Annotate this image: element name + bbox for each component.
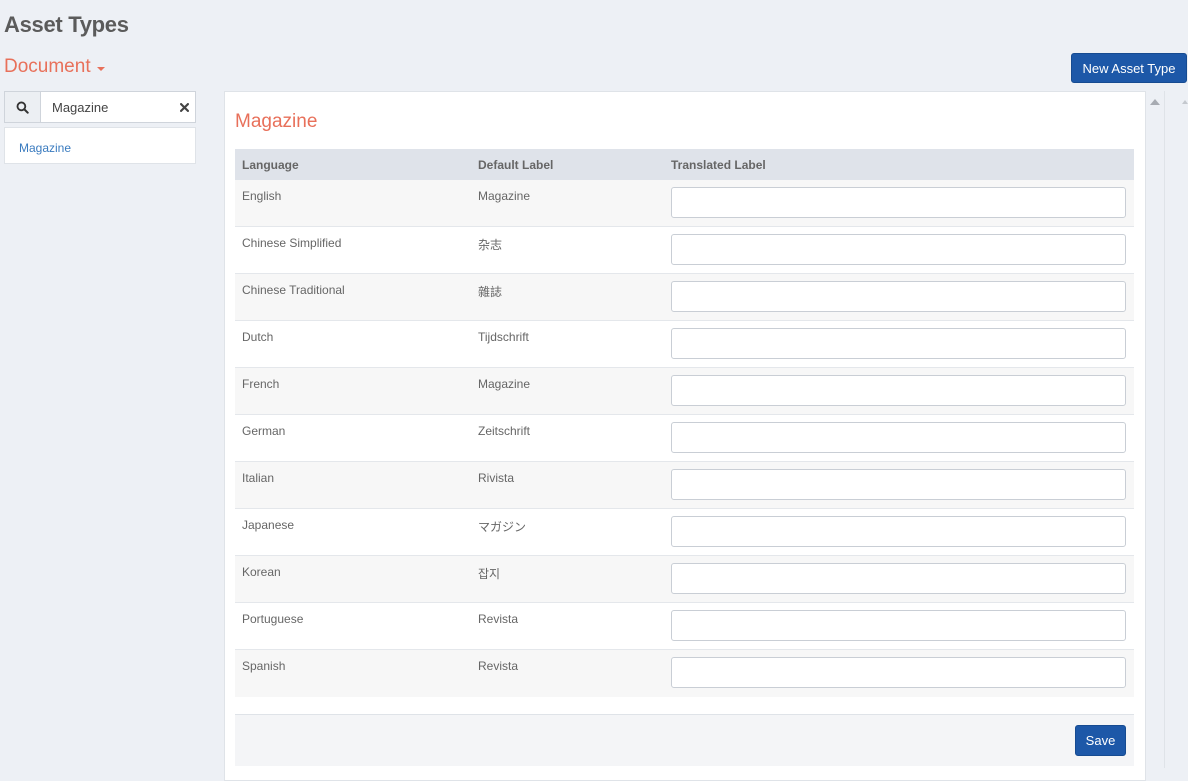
table-body: English Magazine Chinese Simplified 杂志 C… bbox=[235, 180, 1134, 697]
caret-down-icon bbox=[96, 66, 105, 71]
translated-label-input[interactable] bbox=[671, 234, 1126, 265]
language-cell: Japanese bbox=[242, 518, 295, 532]
category-dropdown[interactable]: Document bbox=[4, 56, 105, 78]
clear-search-button[interactable] bbox=[173, 92, 195, 122]
translated-label-cell bbox=[664, 415, 1134, 461]
translated-label-input[interactable] bbox=[671, 187, 1126, 218]
translated-label-cell bbox=[664, 556, 1134, 602]
translated-label-input[interactable] bbox=[671, 328, 1126, 359]
default-label-cell: Revista bbox=[478, 659, 519, 673]
table-row: English Magazine bbox=[235, 180, 1134, 227]
language-cell: French bbox=[242, 377, 280, 391]
vertical-scrollbar[interactable] bbox=[1146, 91, 1165, 768]
edge-arrow-icon bbox=[1182, 100, 1188, 104]
translated-label-cell bbox=[664, 650, 1134, 697]
search-addon bbox=[5, 92, 41, 122]
search-box bbox=[4, 91, 196, 123]
translated-label-input[interactable] bbox=[671, 610, 1126, 641]
default-label-cell: マガジン bbox=[478, 520, 527, 534]
search-results-list: Magazine bbox=[4, 127, 196, 164]
table-row: Dutch Tijdschrift bbox=[235, 321, 1134, 368]
default-label-cell: Magazine bbox=[478, 377, 531, 391]
translated-label-input[interactable] bbox=[671, 657, 1126, 688]
form-footer: Save bbox=[235, 714, 1134, 766]
default-label-cell: Magazine bbox=[478, 189, 531, 203]
table-row: Spanish Revista bbox=[235, 650, 1134, 697]
language-cell: Italian bbox=[242, 471, 275, 485]
table-row: Chinese Simplified 杂志 bbox=[235, 227, 1134, 274]
search-icon bbox=[16, 101, 29, 114]
table-row: German Zeitschrift bbox=[235, 415, 1134, 462]
default-label-cell: Tijdschrift bbox=[478, 330, 529, 344]
translated-label-cell bbox=[664, 462, 1134, 508]
translated-label-input[interactable] bbox=[671, 281, 1126, 312]
page-title: Asset Types bbox=[4, 12, 129, 37]
translated-label-input[interactable] bbox=[671, 563, 1126, 594]
table-row: Korean 잡지 bbox=[235, 556, 1134, 603]
translated-label-cell bbox=[664, 368, 1134, 414]
translations-table: Language Default Label Translated Label … bbox=[235, 149, 1134, 697]
language-cell: Chinese Traditional bbox=[242, 283, 345, 297]
translated-label-cell bbox=[664, 509, 1134, 555]
table-row: French Magazine bbox=[235, 368, 1134, 415]
translated-label-input[interactable] bbox=[671, 375, 1126, 406]
translated-label-input[interactable] bbox=[671, 422, 1126, 453]
save-button[interactable]: Save bbox=[1075, 725, 1126, 756]
translated-label-cell bbox=[664, 321, 1134, 367]
translated-label-cell bbox=[664, 180, 1134, 226]
table-header: Language Default Label Translated Label bbox=[235, 149, 1134, 180]
asset-type-panel: Magazine Language Default Label Translat… bbox=[224, 91, 1146, 781]
translated-label-input[interactable] bbox=[671, 469, 1126, 500]
default-label-cell: 杂志 bbox=[478, 238, 503, 252]
translated-label-cell bbox=[664, 227, 1134, 273]
default-label-cell: 잡지 bbox=[478, 567, 501, 581]
column-header-translated-label: Translated Label bbox=[671, 157, 766, 172]
category-dropdown-label: Document bbox=[4, 56, 91, 77]
new-asset-type-button[interactable]: New Asset Type bbox=[1071, 53, 1187, 83]
table-row: Portuguese Revista bbox=[235, 603, 1134, 650]
column-header-default-label: Default Label bbox=[478, 157, 554, 172]
scroll-up-arrow-icon[interactable] bbox=[1150, 99, 1160, 105]
default-label-cell: Rivista bbox=[478, 471, 515, 485]
language-cell: Korean bbox=[242, 565, 281, 579]
language-cell: Spanish bbox=[242, 659, 286, 673]
table-row: Chinese Traditional 雜誌 bbox=[235, 274, 1134, 321]
language-cell: German bbox=[242, 424, 286, 438]
result-item-magazine[interactable]: Magazine bbox=[5, 128, 195, 155]
panel-title: Magazine bbox=[235, 111, 318, 132]
translated-label-cell bbox=[664, 603, 1134, 649]
default-label-cell: 雜誌 bbox=[478, 285, 503, 299]
close-icon bbox=[179, 102, 189, 112]
default-label-cell: Zeitschrift bbox=[478, 424, 531, 438]
translated-label-cell bbox=[664, 274, 1134, 320]
language-cell: Portuguese bbox=[242, 612, 304, 626]
translated-label-input[interactable] bbox=[671, 516, 1126, 547]
table-row: Japanese マガジン bbox=[235, 509, 1134, 556]
table-row: Italian Rivista bbox=[235, 462, 1134, 509]
search-input[interactable] bbox=[41, 92, 173, 122]
column-header-language: Language bbox=[242, 157, 299, 172]
language-cell: English bbox=[242, 189, 282, 203]
language-cell: Dutch bbox=[242, 330, 274, 344]
default-label-cell: Revista bbox=[478, 612, 519, 626]
language-cell: Chinese Simplified bbox=[242, 236, 342, 250]
